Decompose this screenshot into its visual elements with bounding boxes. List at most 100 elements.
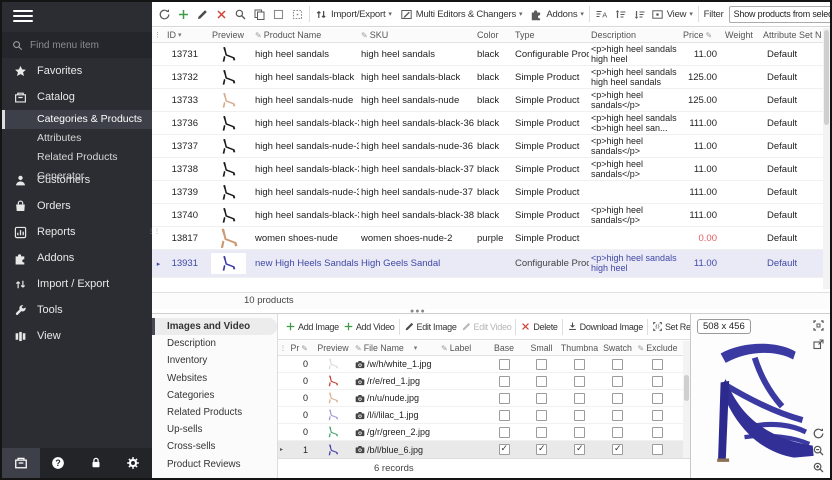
expand-all-button[interactable] xyxy=(614,8,627,21)
sidebar-item-catalog[interactable]: Catalog xyxy=(2,84,152,110)
thumbnail-checkbox[interactable] xyxy=(574,444,585,455)
add-button[interactable] xyxy=(177,8,190,21)
swatch-checkbox[interactable] xyxy=(612,376,623,387)
small-checkbox[interactable] xyxy=(536,376,547,387)
lock-icon[interactable] xyxy=(77,448,115,478)
col-header-id[interactable]: ID▾ xyxy=(165,30,203,40)
col-header-label[interactable]: ✎Label xyxy=(439,343,484,353)
edit-image-button[interactable]: Edit Image xyxy=(404,321,457,332)
sort-attributes-button[interactable]: A xyxy=(595,8,608,21)
base-checkbox[interactable] xyxy=(499,427,510,438)
edit-button[interactable] xyxy=(196,8,209,21)
col-header-pr[interactable]: Pr✎ xyxy=(287,343,313,353)
base-checkbox[interactable] xyxy=(499,444,510,455)
col-header-attribute-set-name[interactable]: Attribute Set Name xyxy=(761,30,822,40)
product-row-13931[interactable]: ▸13931new High Heels SandalsHigh Geels S… xyxy=(152,250,823,278)
delete-button[interactable] xyxy=(215,8,228,21)
col-header-thumbna[interactable]: Thumbna xyxy=(559,343,600,353)
image-row-g-r-green-2-jpg[interactable]: 0/g/r/green_2.jpg xyxy=(278,424,683,441)
swatch-checkbox[interactable] xyxy=(612,359,623,370)
import-export-menu-button[interactable]: Import/Export▾ xyxy=(315,8,392,21)
col-header-sku[interactable]: ✎SKU xyxy=(359,30,475,40)
view-menu-button[interactable]: View▾ xyxy=(651,8,693,21)
product-row-13740[interactable]: 13740high heel sandals-black-38high heel… xyxy=(152,204,823,227)
col-header-product-name[interactable]: ✎Product Name xyxy=(253,30,359,40)
sidebar-item-view[interactable]: View xyxy=(2,323,152,349)
rotate-icon[interactable] xyxy=(812,427,825,440)
product-row-13738[interactable]: 13738high heel sandals-black-37high heel… xyxy=(152,158,823,181)
product-row-13733[interactable]: 13733high heel sandals-nudehigh heel san… xyxy=(152,89,823,112)
search-input[interactable] xyxy=(30,40,142,51)
product-row-13732[interactable]: 13732high heel sandals-blackhigh heel sa… xyxy=(152,66,823,89)
col-header-preview[interactable]: Preview xyxy=(203,30,253,40)
tab-product-reviews[interactable]: Product Reviews xyxy=(152,456,277,473)
addons-menu-button[interactable]: Addons▾ xyxy=(530,8,583,21)
tab-cross-sells[interactable]: Cross-sells xyxy=(152,438,277,455)
tab-inventory[interactable]: Inventory xyxy=(152,352,277,369)
product-row-13739[interactable]: 13739high heel sandals-nude-37high heel … xyxy=(152,181,823,204)
tab-related-products[interactable]: Related Products xyxy=(152,404,277,421)
download-image-button[interactable]: Download Image xyxy=(567,321,643,332)
small-checkbox[interactable] xyxy=(536,359,547,370)
sidebar-item-related-products-generator[interactable]: Related Products Generator xyxy=(2,148,152,167)
base-checkbox[interactable] xyxy=(499,376,510,387)
col-header-description[interactable]: Description xyxy=(589,30,681,40)
col-header-type[interactable]: Type xyxy=(513,30,589,40)
multi-editors-changers-menu-button[interactable]: Multi Editors & Changers▾ xyxy=(400,8,523,21)
product-row-13731[interactable]: 13731high heel sandalshigh heel sandalsb… xyxy=(152,43,823,66)
fit-screen-icon[interactable] xyxy=(812,319,825,332)
sidebar-item-tools[interactable]: Tools xyxy=(2,297,152,323)
product-row-13737[interactable]: 13737high heel sandals-nude-36high heel … xyxy=(152,135,823,158)
store-icon[interactable] xyxy=(2,448,40,478)
small-checkbox[interactable] xyxy=(536,444,547,455)
col-header-file-name[interactable]: ✎File Name▾ xyxy=(353,343,439,353)
delete-button[interactable]: Delete xyxy=(520,321,557,332)
images-scrollbar[interactable] xyxy=(683,341,690,461)
splitter-handle-left[interactable]: ⋮⋮ xyxy=(148,230,156,234)
swatch-checkbox[interactable] xyxy=(612,427,623,438)
open-external-icon[interactable] xyxy=(812,338,825,351)
exclude-checkbox[interactable] xyxy=(652,444,663,455)
add-image-button[interactable]: Add Image xyxy=(285,321,339,332)
image-row-w-h-white-1-jpg[interactable]: 0/w/h/white_1.jpg xyxy=(278,356,683,373)
thumbnail-checkbox[interactable] xyxy=(574,427,585,438)
copy-button[interactable] xyxy=(253,8,266,21)
products-scrollbar[interactable] xyxy=(823,28,830,289)
image-row-r-e-red-1-jpg[interactable]: 0/r/e/red_1.jpg xyxy=(278,373,683,390)
thumbnail-checkbox[interactable] xyxy=(574,376,585,387)
image-row-b-l-blue-6-jpg[interactable]: ▸1/b/l/blue_6.jpg xyxy=(278,441,683,459)
small-checkbox[interactable] xyxy=(536,427,547,438)
col-header-weight[interactable]: Weight xyxy=(723,30,761,40)
swatch-checkbox[interactable] xyxy=(612,444,623,455)
search-button[interactable] xyxy=(234,8,247,21)
col-header-swatch[interactable]: Swatch xyxy=(600,343,635,353)
tab-websites[interactable]: Websites xyxy=(152,370,277,387)
swatch-checkbox[interactable] xyxy=(612,393,623,404)
tab-up-sells[interactable]: Up-sells xyxy=(152,421,277,438)
exclude-checkbox[interactable] xyxy=(652,376,663,387)
sidebar-item-categories-products[interactable]: Categories & Products xyxy=(2,110,152,129)
exclude-checkbox[interactable] xyxy=(652,393,663,404)
collapse-all-button[interactable] xyxy=(633,8,646,21)
base-checkbox[interactable] xyxy=(499,393,510,404)
swatch-checkbox[interactable] xyxy=(612,410,623,421)
exclude-checkbox[interactable] xyxy=(652,359,663,370)
filter-select[interactable]: Show products from selected categories▾ xyxy=(729,6,830,23)
sidebar-search[interactable] xyxy=(2,32,152,58)
col-header-exclude[interactable]: ✎Exclude xyxy=(635,343,680,353)
col-header-price[interactable]: Price✎ xyxy=(681,30,723,40)
exclude-checkbox[interactable] xyxy=(652,410,663,421)
sidebar-item-addons[interactable]: Addons xyxy=(2,245,152,271)
thumbnail-checkbox[interactable] xyxy=(574,410,585,421)
sidebar-item-reports[interactable]: Reports xyxy=(2,219,152,245)
thumbnail-checkbox[interactable] xyxy=(574,393,585,404)
select-box-button[interactable] xyxy=(272,8,285,21)
col-header-preview[interactable]: Preview xyxy=(313,343,353,353)
col-header-small[interactable]: Small xyxy=(524,343,559,353)
sidebar-item-orders[interactable]: Orders xyxy=(2,193,152,219)
base-checkbox[interactable] xyxy=(499,359,510,370)
set-resize-rule-button[interactable]: Set Resize Rule xyxy=(652,321,690,332)
tab-description[interactable]: Description xyxy=(152,335,277,352)
gear-icon[interactable] xyxy=(115,448,153,478)
thumbnail-checkbox[interactable] xyxy=(574,359,585,370)
